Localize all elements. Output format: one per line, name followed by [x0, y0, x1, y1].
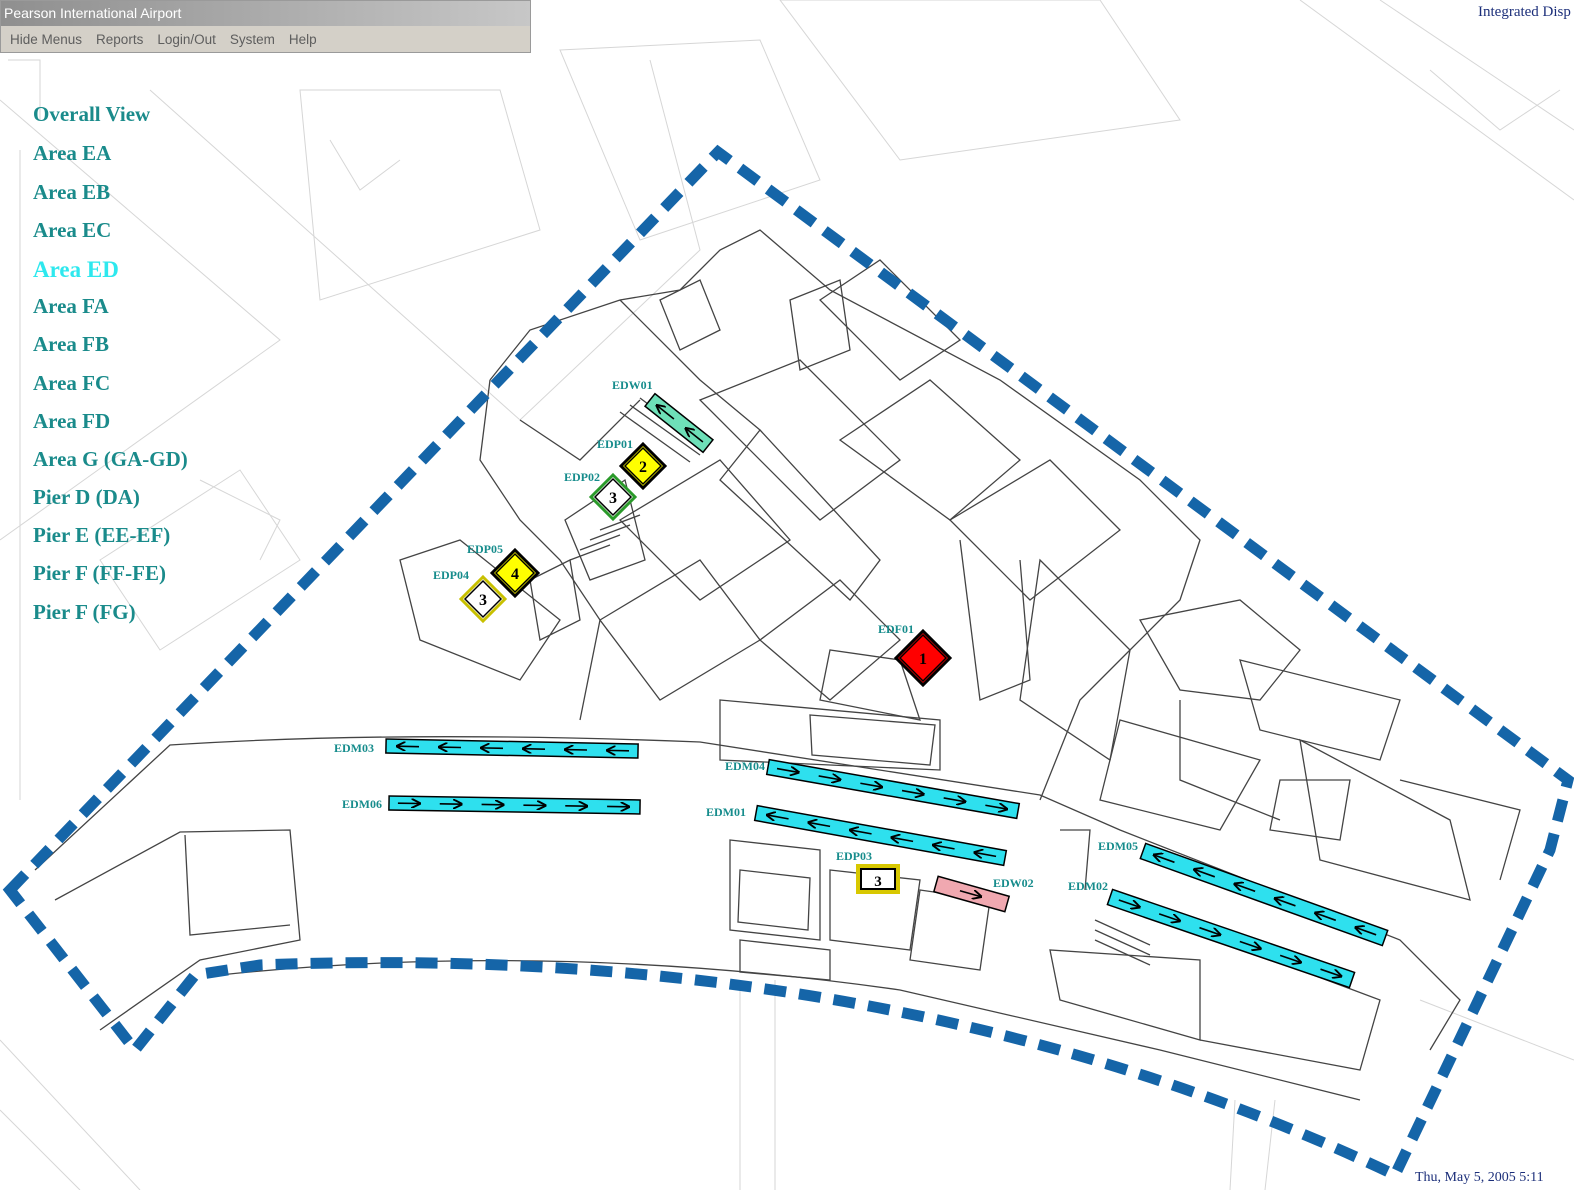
menu-help[interactable]: Help [282, 32, 324, 47]
nav-overall-view[interactable]: Overall View [33, 102, 150, 127]
walkway-label: EDM03 [334, 741, 374, 755]
device-label: EDP03 [836, 849, 872, 863]
nav-area-ea[interactable]: Area EA [33, 141, 111, 166]
app-window-bar: Pearson International Airport Hide Menus… [0, 0, 531, 53]
device-priority: 1 [919, 651, 927, 668]
device-priority: 3 [874, 874, 882, 890]
menu-bar: Hide Menus Reports Login/Out System Help [1, 26, 530, 52]
walkway-edm05[interactable] [1139, 842, 1389, 947]
device-label: EDP04 [433, 568, 469, 582]
floor-plan-map: EDW01 EDM03 EDM06 EDM04 EDM01 EDM05 EDM02 EDW02… [0, 0, 1574, 1190]
nav-area-ed[interactable]: Area ED [33, 257, 119, 283]
walkway-label: EDM01 [706, 805, 746, 819]
nav-pier-d[interactable]: Pier D (DA) [33, 485, 140, 510]
device-label: EDP02 [564, 470, 600, 484]
device-priority: 3 [609, 490, 617, 507]
nav-pier-e[interactable]: Pier E (EE-EF) [33, 523, 170, 548]
walkway-edm01[interactable] [753, 804, 1008, 867]
device-label: EDF01 [878, 622, 914, 636]
nav-area-eb[interactable]: Area EB [33, 180, 110, 205]
area-boundary [2, 144, 1574, 1183]
nav-pier-f-fg[interactable]: Pier F (FG) [33, 600, 136, 625]
device-priority: 3 [479, 592, 487, 609]
device-edp04[interactable]: 3 [458, 574, 508, 624]
device-label: EDP01 [597, 437, 633, 451]
menu-reports[interactable]: Reports [89, 32, 150, 47]
nav-area-g[interactable]: Area G (GA-GD) [33, 447, 188, 472]
nav-pier-f-ff-fe[interactable]: Pier F (FF-FE) [33, 561, 166, 586]
background-plan [0, 0, 1574, 1190]
system-title: Integrated Disp [1478, 4, 1571, 20]
device-edp03[interactable]: 3 [856, 864, 900, 894]
menu-system[interactable]: System [223, 32, 282, 47]
window-title: Pearson International Airport [1, 1, 530, 26]
device-priority: 4 [511, 566, 519, 583]
nav-area-ec[interactable]: Area EC [33, 218, 111, 243]
walkway-label: EDM04 [725, 759, 765, 773]
walkway-edm06[interactable] [388, 795, 641, 815]
menu-login-out[interactable]: Login/Out [150, 32, 223, 47]
walkway-label: EDW01 [612, 378, 653, 392]
walkway-label: EDM02 [1068, 879, 1108, 893]
nav-area-fa[interactable]: Area FA [33, 294, 109, 319]
walkway-label: EDM06 [342, 797, 382, 811]
menu-hide-menus[interactable]: Hide Menus [3, 32, 89, 47]
walkway-edm03[interactable] [385, 738, 639, 759]
walkway-edm02[interactable] [1106, 888, 1356, 989]
device-edf01[interactable]: 1 [893, 628, 953, 688]
walkway-label: EDM05 [1098, 839, 1138, 853]
device-label: EDP05 [467, 542, 503, 556]
status-datetime: Thu, May 5, 2005 5:11 [1415, 1170, 1544, 1185]
nav-area-fc[interactable]: Area FC [33, 371, 110, 396]
walkway-label: EDW02 [993, 876, 1034, 890]
nav-area-fb[interactable]: Area FB [33, 332, 109, 357]
nav-area-fd[interactable]: Area FD [33, 409, 110, 434]
device-priority: 2 [639, 459, 647, 476]
